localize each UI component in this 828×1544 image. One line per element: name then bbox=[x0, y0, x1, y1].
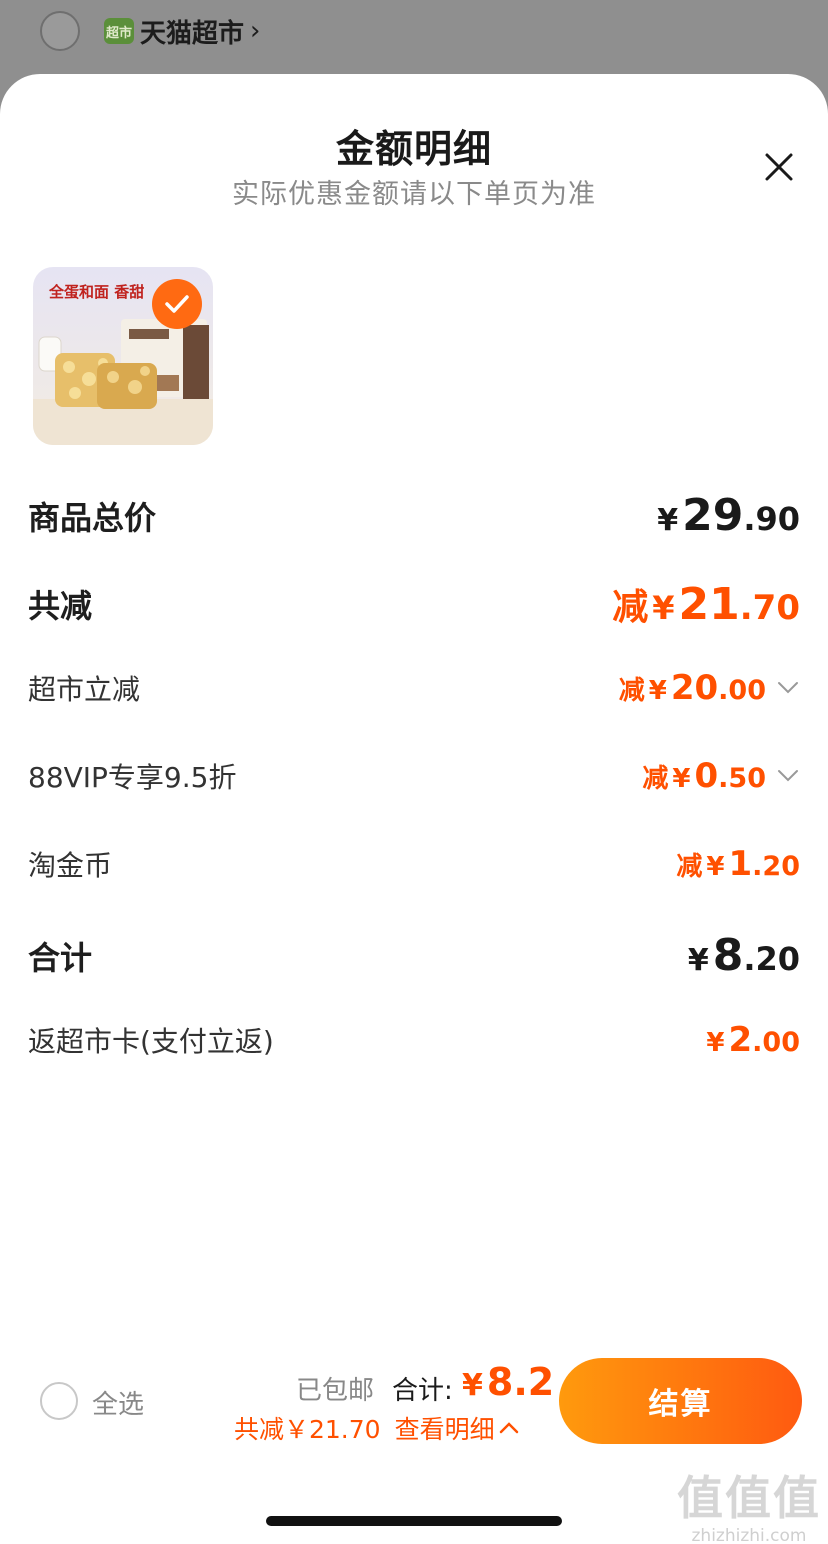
coins-amount: 减 ¥ 1 .20 bbox=[676, 844, 800, 884]
cashback-label: 返超市卡(支付立返) bbox=[28, 1025, 274, 1058]
cashback-amount: ¥ 2 .00 bbox=[706, 1020, 800, 1060]
vip-discount-amount: 减 ¥ 0 .50 bbox=[642, 756, 766, 796]
store-logo-icon: 超市 bbox=[104, 18, 134, 44]
product-image-text: 全蛋和面 香甜 bbox=[48, 283, 144, 301]
savings-summary: 共减￥21.70 查看明细 bbox=[234, 1410, 519, 1446]
total-discount-amount: 减 ¥ 21 .70 bbox=[612, 579, 800, 630]
bottom-total-value: ¥ 8.2 bbox=[462, 1360, 555, 1404]
sheet-title: 金额明细 bbox=[335, 127, 492, 171]
row-supermarket-discount[interactable]: 超市立减 减 ¥ 20 .00 bbox=[28, 668, 800, 708]
close-icon bbox=[765, 153, 793, 181]
store-link[interactable]: 超市 天猫超市 › bbox=[104, 12, 260, 50]
checkmark-icon bbox=[165, 295, 189, 313]
vip-discount-label: 88VIP专享9.5折 bbox=[28, 761, 237, 794]
subtotal-amount: ¥ 29 .90 bbox=[657, 490, 800, 541]
watermark-url: zhizhizhi.com bbox=[691, 1526, 807, 1544]
row-subtotal: 商品总价 ¥ 29 .90 bbox=[28, 490, 800, 541]
watermark-logo: 值值值 bbox=[677, 1471, 821, 1525]
row-vip-discount[interactable]: 88VIP专享9.5折 减 ¥ 0 .50 bbox=[28, 756, 800, 796]
view-detail-link[interactable]: 查看明细 bbox=[395, 1410, 519, 1446]
savings-text: 共减￥21.70 bbox=[234, 1415, 381, 1444]
select-all-label[interactable]: 全选 bbox=[92, 1384, 144, 1421]
chevron-down-icon[interactable] bbox=[776, 764, 800, 788]
background-header: 超市 天猫超市 › bbox=[0, 0, 828, 74]
chevron-down-icon[interactable] bbox=[776, 676, 800, 700]
coins-label: 淘金币 bbox=[28, 849, 113, 882]
total-discount-label: 共减 bbox=[28, 587, 93, 625]
amount-detail-sheet: 金额明细 实际优惠金额请以下单页为准 全蛋和面 香甜 商品总价 ¥ 29 .90… bbox=[0, 74, 828, 1544]
subtotal-label: 商品总价 bbox=[28, 498, 157, 537]
product-selected-badge[interactable] bbox=[152, 279, 202, 329]
bottom-total-label: 合计: bbox=[392, 1376, 453, 1406]
row-cashback: 返超市卡(支付立返) ¥ 2 .00 bbox=[28, 1020, 800, 1060]
row-total-discount: 共减 减 ¥ 21 .70 bbox=[28, 578, 800, 630]
total-amount: ¥ 8 .20 bbox=[687, 930, 800, 981]
view-detail-label: 查看明细 bbox=[394, 1415, 495, 1444]
row-coins: 淘金币 减 ¥ 1 .20 bbox=[28, 844, 800, 884]
free-shipping-label: 已包邮 bbox=[296, 1376, 375, 1406]
supermarket-discount-label: 超市立减 bbox=[28, 673, 141, 706]
total-label: 合计 bbox=[28, 938, 93, 977]
sheet-subtitle: 实际优惠金额请以下单页为准 bbox=[232, 179, 596, 210]
chevron-right-icon: › bbox=[250, 16, 261, 46]
store-name: 天猫超市 bbox=[140, 18, 245, 49]
supermarket-discount-amount: 减 ¥ 20 .00 bbox=[618, 668, 766, 708]
watermark: 值值值 zhizhizhi.com bbox=[676, 1462, 822, 1544]
store-select-radio[interactable] bbox=[40, 11, 80, 51]
checkout-button[interactable]: 结算 bbox=[559, 1358, 802, 1444]
close-button[interactable] bbox=[756, 144, 802, 190]
row-total: 合计 ¥ 8 .20 bbox=[28, 930, 800, 981]
select-all-radio[interactable] bbox=[40, 1382, 78, 1420]
home-indicator bbox=[266, 1516, 562, 1526]
chevron-up-icon bbox=[499, 1422, 518, 1434]
